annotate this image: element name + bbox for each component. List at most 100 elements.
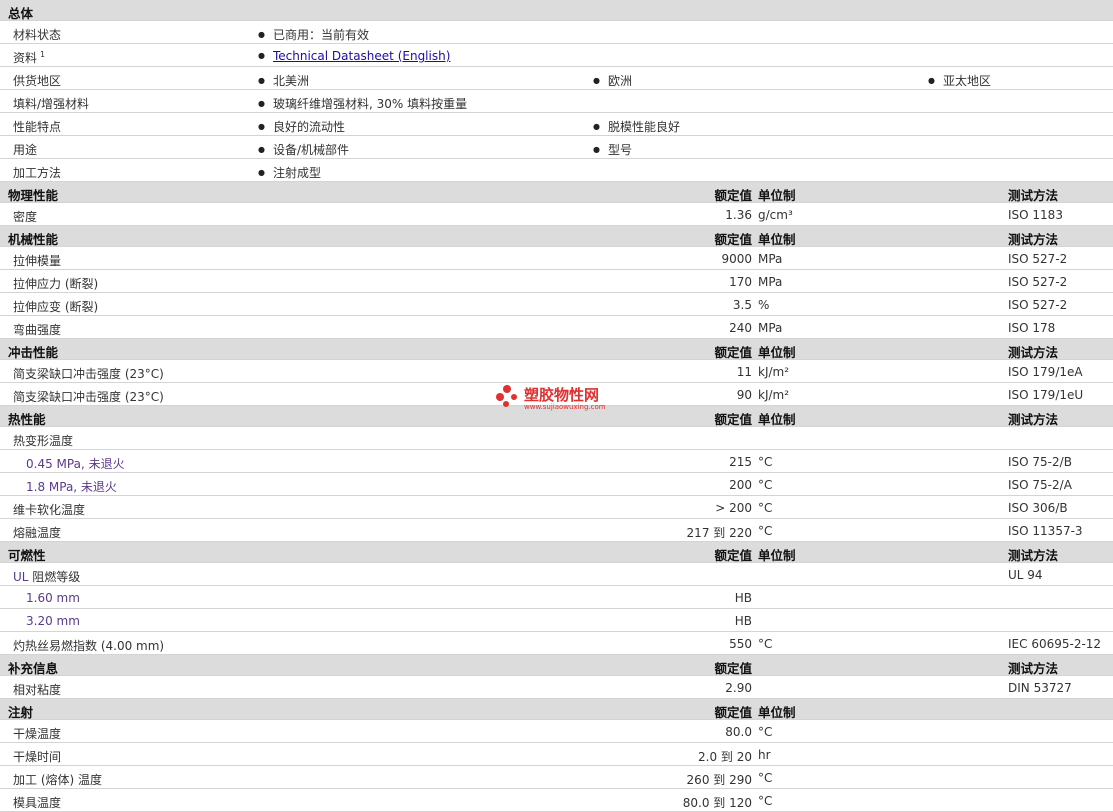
property-row: 熔融温度 217 到 220 °C ISO 11357-3 (0, 519, 1113, 542)
datasheet-link[interactable]: Technical Datasheet (English) (258, 49, 450, 63)
value-text: 型号 (607, 143, 632, 157)
nominal-header: 额定值 (714, 345, 752, 360)
property-row: UL 阻燃等级 UL 94 (0, 563, 1113, 586)
method-header: 测试方法 (1008, 232, 1059, 247)
property-unit: °C (758, 455, 773, 469)
section-header: 补充信息 额定值 测试方法 (0, 655, 1113, 676)
unit-header: 单位制 (758, 232, 796, 247)
general-row: 加工方法 注射成型 (0, 159, 1113, 182)
property-unit: °C (758, 637, 773, 651)
unit-header: 单位制 (758, 548, 796, 563)
property-label: 维卡软化温度 (13, 503, 86, 517)
property-unit: % (758, 298, 770, 312)
property-unit: g/cm³ (758, 208, 793, 222)
property-row: 弯曲强度 240 MPa ISO 178 (0, 316, 1113, 339)
property-unit: °C (758, 501, 773, 515)
nominal-header: 额定值 (714, 412, 752, 427)
property-value: 170 (729, 275, 752, 289)
link-text[interactable]: Technical Datasheet (English) (273, 49, 450, 63)
property-value: 90 (736, 388, 752, 402)
property-value: 80.0 到 120 (682, 796, 752, 810)
property-row: 维卡软化温度 > 200 °C ISO 306/B (0, 496, 1113, 519)
section-title: 补充信息 (8, 661, 59, 676)
section-title: 可燃性 (8, 548, 46, 563)
test-method: ISO 527-2 (1008, 275, 1068, 289)
property-label: 简支梁缺口冲击强度 (23°C) (13, 390, 164, 404)
property-unit: kJ/m² (758, 365, 790, 379)
property-value: 260 到 290 (686, 773, 752, 787)
value-text: 欧洲 (607, 74, 632, 88)
property-row: 密度 1.36 g/cm³ ISO 1183 (0, 203, 1113, 226)
method-header: 测试方法 (1008, 188, 1059, 203)
property-label: 拉伸模量 (13, 254, 62, 268)
test-method: ISO 75-2/A (1008, 478, 1072, 492)
test-method: IEC 60695-2-12 (1008, 637, 1102, 651)
test-method: ISO 179/1eU (1008, 388, 1084, 402)
value-text: 北美洲 (272, 74, 309, 88)
row-value: 北美洲 (258, 72, 309, 89)
property-label: 1.8 MPa, 未退火 (26, 480, 117, 494)
row-value: 玻璃纤维增强材料, 30% 填料按重量 (258, 95, 467, 112)
general-row: 填料/增强材料 玻璃纤维增强材料, 30% 填料按重量 (0, 90, 1113, 113)
nominal-header: 额定值 (714, 661, 752, 676)
property-label: 干燥温度 (13, 727, 62, 741)
footnote-marker: 1 (40, 50, 46, 59)
value-text: 脱模性能良好 (607, 120, 680, 134)
property-label: 加工 (熔体) 温度 (13, 773, 102, 787)
method-header: 测试方法 (1008, 548, 1059, 563)
section-header: 可燃性 额定值 单位制 测试方法 (0, 542, 1113, 563)
section-header: 冲击性能 额定值 单位制 测试方法 (0, 339, 1113, 360)
unit-header: 单位制 (758, 345, 796, 360)
watermark-name: 塑胶物性网 (524, 386, 600, 404)
property-row: 拉伸模量 9000 MPa ISO 527-2 (0, 247, 1113, 270)
property-unit: °C (758, 478, 773, 492)
test-method: UL 94 (1008, 568, 1043, 582)
property-value: HB (734, 614, 752, 628)
property-value: 217 到 220 (686, 526, 752, 540)
property-value: 11 (736, 365, 752, 379)
property-row: 模具温度 80.0 到 120 °C (0, 789, 1113, 812)
property-value: 550 (729, 637, 752, 651)
row-value: 注射成型 (258, 164, 321, 181)
property-row: 1.60 mm HB (0, 586, 1113, 609)
test-method: ISO 306/B (1008, 501, 1068, 515)
section-title: 注射 (8, 705, 34, 720)
method-header: 测试方法 (1008, 345, 1059, 360)
property-row: 简支梁缺口冲击强度 (23°C) 11 kJ/m² ISO 179/1eA (0, 360, 1113, 383)
section-header: 机械性能 额定值 单位制 测试方法 (0, 226, 1113, 247)
property-unit: kJ/m² (758, 388, 790, 402)
property-label: 相对粘度 (13, 683, 62, 697)
property-unit: MPa (758, 275, 783, 289)
property-label: 简支梁缺口冲击强度 (23°C) (13, 367, 164, 381)
section-title: 物理性能 (8, 188, 59, 203)
property-unit: °C (758, 794, 773, 808)
test-method: DIN 53727 (1008, 681, 1072, 695)
unit-header: 单位制 (758, 188, 796, 203)
test-method: ISO 1183 (1008, 208, 1063, 222)
general-row: 供货地区 北美洲 欧洲 亚太地区 (0, 67, 1113, 90)
property-value: > 200 (715, 501, 752, 515)
property-label: 熔融温度 (13, 526, 62, 540)
property-row: 灼热丝易燃指数 (4.00 mm) 550 °C IEC 60695-2-12 (0, 632, 1113, 655)
property-unit: hr (758, 748, 771, 762)
property-row: 干燥时间 2.0 到 20 hr (0, 743, 1113, 766)
value-text: 注射成型 (272, 166, 321, 180)
nominal-header: 额定值 (714, 548, 752, 563)
property-label: 干燥时间 (13, 750, 62, 764)
property-label: 密度 (13, 210, 38, 224)
property-label: 拉伸应变 (断裂) (13, 300, 99, 314)
property-unit: °C (758, 524, 773, 538)
method-header: 测试方法 (1008, 661, 1059, 676)
value-text: 良好的流动性 (272, 120, 345, 134)
nominal-header: 额定值 (714, 232, 752, 247)
section-title: 冲击性能 (8, 345, 59, 360)
test-method: ISO 11357-3 (1008, 524, 1083, 538)
property-label: 弯曲强度 (13, 323, 62, 337)
property-row: 热变形温度 (0, 427, 1113, 450)
test-method: ISO 75-2/B (1008, 455, 1072, 469)
unit-header: 单位制 (758, 705, 796, 720)
property-value: 2.0 到 20 (698, 750, 752, 764)
property-value: HB (734, 591, 752, 605)
row-value: 良好的流动性 (258, 118, 345, 135)
section-header-general: 总体 (0, 0, 1113, 21)
